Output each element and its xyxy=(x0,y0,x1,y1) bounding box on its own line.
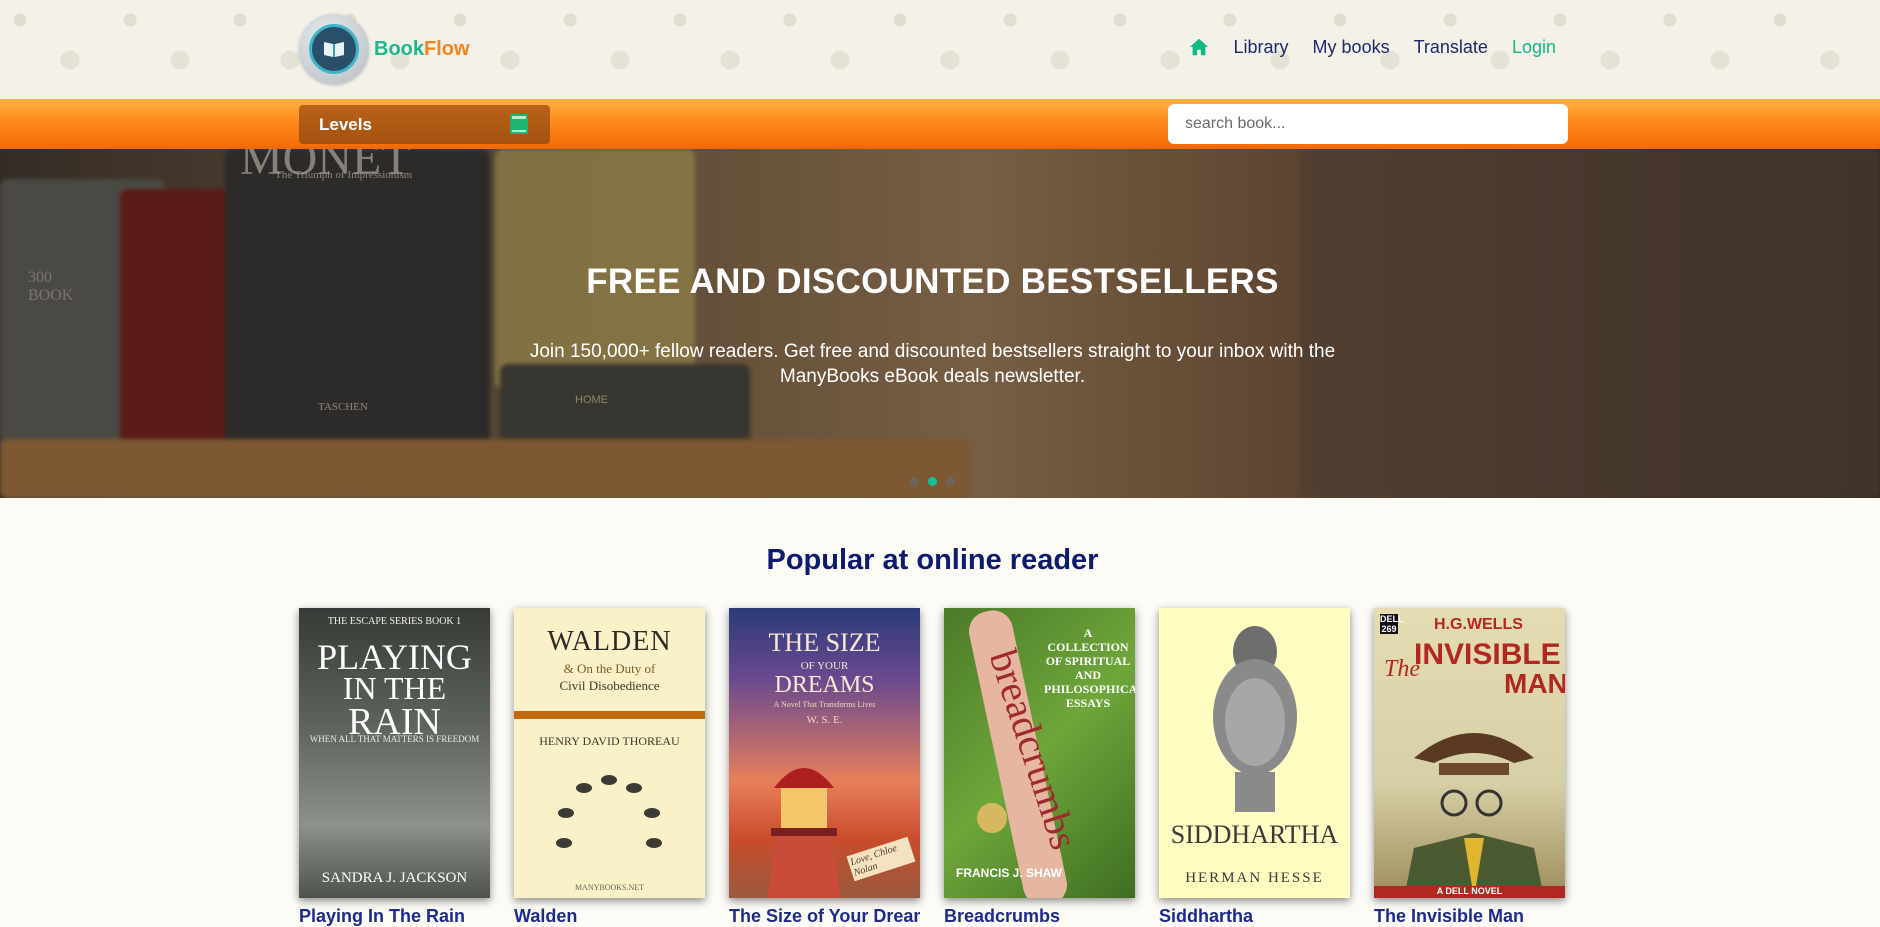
carousel-dot-1[interactable] xyxy=(910,477,919,486)
book-4-subtitle: A COLLECTION OF SPIRITUAL AND PHILOSOPHI… xyxy=(1044,626,1135,710)
book-card-3[interactable]: THE SIZE OF YOUR DREAMS A Novel That Tra… xyxy=(729,608,920,898)
book-title-1[interactable]: Playing In The Rain xyxy=(299,906,490,927)
book-2-cover-line2: & On the Duty of xyxy=(563,661,656,676)
leaves-icon xyxy=(556,775,662,848)
hero-photo-background-shelf xyxy=(1300,149,1880,498)
invisible-man-icon xyxy=(1404,733,1544,898)
book-title-5[interactable]: Siddhartha xyxy=(1159,906,1350,927)
book-3-cover-line3: DREAMS xyxy=(774,672,875,698)
book-2-footer: MANYBOOKS.NET xyxy=(574,883,645,892)
nav-my-books[interactable]: My books xyxy=(1313,37,1390,58)
book-6-footer: A DELL NOVEL xyxy=(1374,886,1565,898)
book-1-series: THE ESCAPE SERIES BOOK 1 xyxy=(327,616,462,627)
book-titles-row: Playing In The Rain Walden The Size of Y… xyxy=(299,906,1565,927)
carousel-dots xyxy=(910,477,964,486)
book-card-1[interactable]: THE ESCAPE SERIES BOOK 1 PLAYING IN THE … xyxy=(299,608,490,898)
book-title-2[interactable]: Walden xyxy=(514,906,705,927)
book-3-note: A Novel That Transforms Lives xyxy=(773,700,876,709)
search-input[interactable] xyxy=(1168,104,1568,144)
brand-name-part2: Flow xyxy=(424,37,470,60)
book-3-author: W. S. E. xyxy=(806,714,843,726)
brand-name: BookFlow xyxy=(374,38,470,61)
book-4-seal xyxy=(977,803,1007,833)
book-title-3[interactable]: The Size of Your Dreams xyxy=(729,906,920,927)
book-6-author: H.G.WELLS xyxy=(1434,616,1523,633)
book-card-5[interactable]: SIDDHARTHA HERMAN HESSE xyxy=(1159,608,1350,898)
buddha-head-icon xyxy=(1213,626,1297,812)
toolbar xyxy=(0,99,1880,149)
carousel-dot-3[interactable] xyxy=(946,477,955,486)
book-card-2[interactable]: WALDEN & On the Duty of Civil Disobedien… xyxy=(514,608,705,898)
home-icon xyxy=(1189,38,1208,56)
nav-translate[interactable]: Translate xyxy=(1414,37,1488,58)
carousel-dot-2[interactable] xyxy=(928,477,937,486)
book-title-4[interactable]: Breadcrumbs xyxy=(944,906,1135,927)
book-logo-icon xyxy=(309,24,359,74)
book-card-6[interactable]: DELL 269 H.G.WELLS The INVISIBLE MAN A D… xyxy=(1374,608,1565,898)
popular-books-list: THE ESCAPE SERIES BOOK 1 PLAYING IN THE … xyxy=(299,608,1589,898)
book-2-cover-line3: Civil Disobedience xyxy=(559,678,660,693)
book-5-cover-line1: SIDDHARTHA xyxy=(1170,820,1339,849)
popular-title: Popular at online reader xyxy=(766,544,1099,576)
book-4-author: FRANCIS J. SHAW xyxy=(956,866,1063,880)
book-3-cover-line2: OF YOUR xyxy=(800,660,849,672)
hero-photo-books-red xyxy=(120,189,230,449)
book-3-signature: Love, Chloe Nolan xyxy=(846,836,916,882)
top-header: BookFlow Library My books Translate Logi… xyxy=(0,0,1880,99)
book-title-6[interactable]: The Invisible Man xyxy=(1374,906,1565,927)
book-2-cover-line1: WALDEN xyxy=(547,626,672,657)
book-icon xyxy=(510,114,528,134)
hero-title: FREE AND DISCOUNTED BESTSELLERS xyxy=(586,262,1279,301)
brand-logo[interactable]: BookFlow xyxy=(299,14,470,84)
book-6-publisher: DELL 269 xyxy=(1380,614,1404,634)
book-6-cover-line3: MAN xyxy=(1504,668,1565,699)
home-link[interactable] xyxy=(1188,36,1210,58)
book-5-author: HERMAN HESSE xyxy=(1185,870,1324,886)
main-nav: Library My books Translate Login xyxy=(1164,36,1556,58)
book-2-divider xyxy=(514,711,705,719)
hero-photo-text-publisher: TASCHEN xyxy=(318,401,368,413)
logo-badge xyxy=(299,14,369,84)
levels-label: Levels xyxy=(319,114,372,134)
book-1-author: SANDRA J. JACKSON xyxy=(321,870,468,886)
hero-photo-text-sign: HOME xyxy=(575,394,608,406)
book-6-cover-line2: INVISIBLE xyxy=(1414,638,1561,671)
book-1-tagline: WHEN ALL THAT MATTERS IS FREEDOM xyxy=(309,734,480,744)
brand-name-part1: Book xyxy=(374,37,424,60)
hero-photo-shelf xyxy=(0,439,970,498)
book-3-cover-line1: THE SIZE xyxy=(768,628,881,657)
book-card-4[interactable]: A COLLECTION OF SPIRITUAL AND PHILOSOPHI… xyxy=(944,608,1135,898)
hero-photo-text-subtitle: The Triumph of Impressionism xyxy=(275,169,413,181)
hero-banner: MONET The Triumph of Impressionism TASCH… xyxy=(0,149,1880,498)
lighthouse-icon xyxy=(767,768,841,898)
nav-library[interactable]: Library xyxy=(1234,37,1289,58)
nav-login[interactable]: Login xyxy=(1512,37,1556,58)
hero-text: Join 150,000+ fellow readers. Get free a… xyxy=(529,341,1336,387)
book-2-author: HENRY DAVID THOREAU xyxy=(539,734,680,748)
levels-dropdown[interactable]: Levels xyxy=(299,105,550,144)
